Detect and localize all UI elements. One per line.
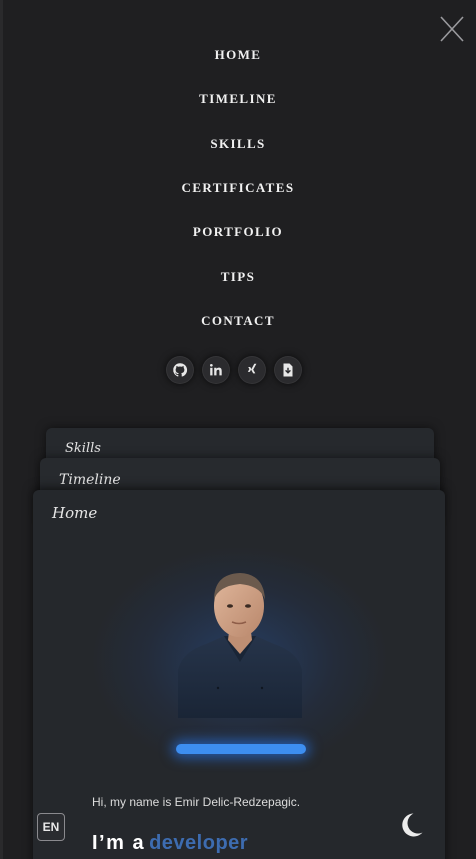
theme-toggle-button[interactable]	[398, 811, 424, 839]
page-edge	[0, 0, 3, 859]
xing-icon	[247, 363, 257, 374]
linkedin-icon	[210, 363, 222, 376]
linkedin-link[interactable]	[202, 356, 230, 384]
headline: I’m a developer	[92, 832, 248, 855]
nav-item-tips[interactable]: TIPS	[0, 269, 476, 285]
intro-text: Hi, my name is Emir Delic-Redzepagic.	[92, 795, 301, 809]
close-menu-button[interactable]	[438, 14, 466, 44]
github-link[interactable]	[166, 356, 194, 384]
headline-role: developer	[149, 832, 249, 854]
nav-item-portfolio[interactable]: PORTFOLIO	[0, 224, 476, 240]
cv-download-icon	[283, 363, 293, 377]
nav-item-contact[interactable]: CONTACT	[0, 313, 476, 329]
language-toggle-button[interactable]: EN	[37, 813, 65, 841]
home-card-label[interactable]: Home	[52, 504, 97, 522]
timeline-card-label: Timeline	[59, 472, 121, 488]
profile-photo	[176, 570, 304, 718]
nav-item-certificates[interactable]: CERTIFICATES	[0, 180, 476, 196]
moon-icon	[402, 813, 423, 837]
nav-item-timeline[interactable]: TIMELINE	[0, 91, 476, 107]
github-icon	[173, 363, 188, 377]
close-icon	[440, 16, 464, 42]
xing-link[interactable]	[238, 356, 266, 384]
skills-card-label: Skills	[65, 441, 101, 456]
nav-item-skills[interactable]: SKILLS	[0, 136, 476, 152]
portrait-glow-bar	[176, 744, 306, 754]
nav-item-home[interactable]: HOME	[0, 47, 476, 63]
cv-download-link[interactable]	[274, 356, 302, 384]
headline-prefix: I’m a	[92, 832, 146, 854]
